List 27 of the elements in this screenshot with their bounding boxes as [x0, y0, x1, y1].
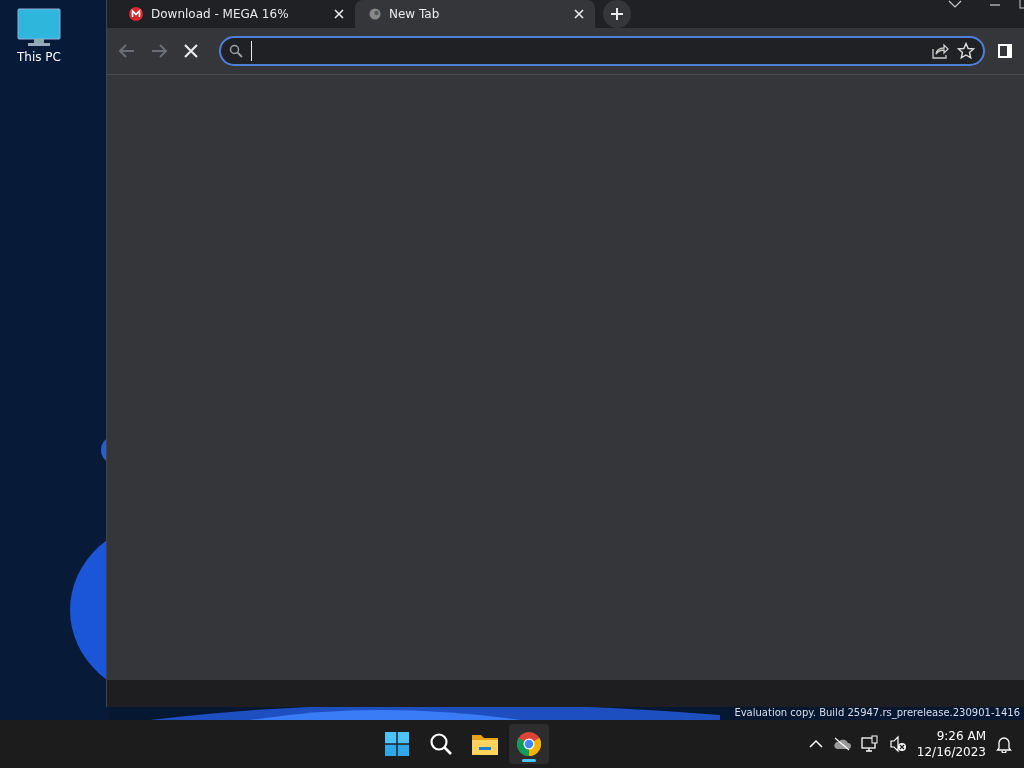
bell-icon[interactable] [996, 735, 1012, 753]
chrome-icon [517, 732, 542, 756]
taskbar-app-button[interactable] [509, 724, 550, 764]
network-icon[interactable] [860, 735, 879, 753]
new-tab-button[interactable] [603, 0, 631, 28]
speaker-muted-icon[interactable] [888, 735, 907, 753]
browser-tab[interactable]: New Tab [355, 0, 595, 28]
chevron-up-icon[interactable] [808, 739, 823, 749]
star-icon[interactable] [957, 42, 975, 60]
browser-tab[interactable]: Download - MEGA 16% [115, 0, 355, 28]
tab-title: New Tab [389, 7, 441, 21]
computer-icon[interactable] [17, 8, 61, 48]
globe-icon [369, 8, 381, 20]
build-watermark: Evaluation copy. Build 25947.rs_prerelease.230901-1416 [734, 707, 1020, 719]
plus-icon [610, 7, 624, 21]
share-icon[interactable] [931, 42, 949, 60]
cloud-off-icon[interactable] [832, 737, 851, 751]
search-icon [429, 732, 454, 756]
clock-date[interactable]: 12/16/2023 [916, 744, 986, 760]
windows-start-icon [385, 732, 410, 756]
mega-logo-icon [129, 7, 143, 21]
search-icon [229, 44, 243, 58]
folder-icon [472, 733, 499, 755]
clock-time[interactable]: 9:26 AM [936, 728, 986, 744]
desktop-icon-label[interactable]: This PC [17, 50, 61, 64]
address-bar[interactable] [219, 36, 985, 66]
tab-title: Download - MEGA 16% [151, 7, 290, 21]
